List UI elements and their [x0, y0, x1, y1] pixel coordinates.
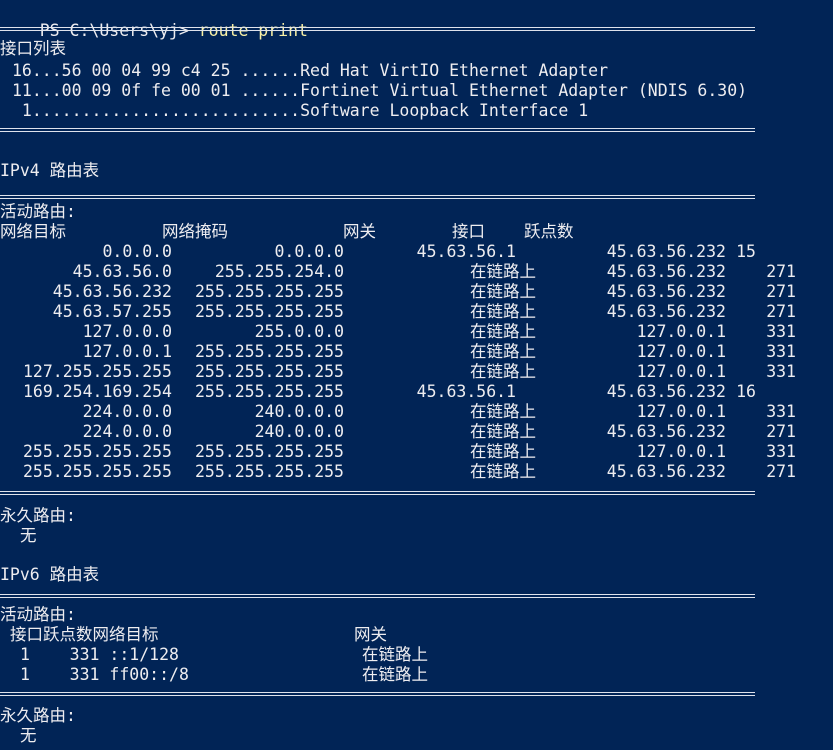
ipv4-active-routes-title: 活动路由: — [0, 202, 76, 221]
route-interface: 45.63.56.232 — [606, 302, 726, 321]
route-metric: 331 — [766, 322, 796, 341]
ipv6-header-left: 接口跃点数网络目标 — [10, 625, 159, 644]
route-interface: 45.63.56.232 — [606, 422, 726, 441]
route-netmask: 255.255.255.255 — [194, 382, 344, 401]
ipv4-persistent-title: 永久路由: — [0, 506, 76, 525]
ipv6-row-left: 1 331 ::1/128 — [20, 645, 179, 664]
route-metric: 331 — [766, 362, 796, 381]
ipv6-row-left: 1 331 ff00::/8 — [20, 665, 189, 684]
route-metric: 331 — [766, 442, 796, 461]
route-gateway: 在链路上 — [470, 342, 536, 361]
route-netmask: 255.255.254.0 — [214, 262, 344, 281]
ipv6-active-routes-title: 活动路由: — [0, 605, 76, 624]
separator — [0, 692, 755, 696]
prompt-line: PS C:\Users\yj> route print — [0, 1, 308, 40]
route-metric: 271 — [766, 422, 796, 441]
separator — [0, 27, 755, 31]
route-netmask: 255.255.255.255 — [194, 442, 344, 461]
route-gateway: 在链路上 — [470, 462, 536, 481]
separator — [0, 128, 755, 132]
separator — [0, 594, 755, 598]
ipv6-persistent-title: 永久路由: — [0, 706, 76, 725]
route-gateway: 在链路上 — [470, 302, 536, 321]
route-interface: 45.63.56.232 — [606, 242, 726, 261]
route-destination: 169.254.169.254 — [22, 382, 172, 401]
interface-list-title: 接口列表 — [0, 39, 66, 58]
route-destination: 0.0.0.0 — [102, 242, 172, 261]
route-gateway: 在链路上 — [470, 362, 536, 381]
header-netmask: 网络掩码 — [162, 222, 228, 241]
route-interface: 127.0.0.1 — [636, 362, 726, 381]
header-gateway: 网关 — [343, 222, 376, 241]
route-interface: 127.0.0.1 — [636, 342, 726, 361]
separator — [0, 491, 755, 495]
route-netmask: 255.0.0.0 — [254, 322, 344, 341]
route-netmask: 255.255.255.255 — [194, 302, 344, 321]
route-gateway: 在链路上 — [470, 282, 536, 301]
route-gateway: 在链路上 — [470, 322, 536, 341]
route-netmask: 255.255.255.255 — [194, 462, 344, 481]
route-interface: 45.63.56.232 — [606, 282, 726, 301]
ipv6-header-gateway: 网关 — [354, 625, 387, 644]
route-destination: 224.0.0.0 — [82, 402, 172, 421]
route-interface: 45.63.56.232 — [606, 262, 726, 281]
route-destination: 45.63.56.232 — [52, 282, 172, 301]
ipv6-row-gateway: 在链路上 — [362, 645, 428, 664]
route-metric: 331 — [766, 342, 796, 361]
route-netmask: 255.255.255.255 — [194, 282, 344, 301]
route-metric: 15 — [736, 242, 756, 261]
ipv6-table-title: IPv6 路由表 — [0, 565, 100, 584]
route-netmask: 0.0.0.0 — [274, 242, 344, 261]
route-interface: 127.0.0.1 — [636, 442, 726, 461]
route-metric: 331 — [766, 402, 796, 421]
header-interface: 接口 — [452, 222, 485, 241]
ipv6-row-gateway: 在链路上 — [362, 665, 428, 684]
route-destination: 127.0.0.0 — [82, 322, 172, 341]
separator — [0, 195, 755, 199]
route-destination: 255.255.255.255 — [22, 462, 172, 481]
route-destination: 127.0.0.1 — [82, 342, 172, 361]
header-destination: 网络目标 — [0, 222, 66, 241]
route-destination: 224.0.0.0 — [82, 422, 172, 441]
route-metric: 271 — [766, 282, 796, 301]
ipv4-persistent-value: 无 — [20, 526, 37, 545]
route-netmask: 255.255.255.255 — [194, 342, 344, 361]
route-gateway: 在链路上 — [470, 262, 536, 281]
route-destination: 45.63.57.255 — [52, 302, 172, 321]
interface-entry: 11...00 09 0f fe 00 01 ......Fortinet Vi… — [12, 81, 748, 100]
ipv4-table-title: IPv4 路由表 — [0, 161, 100, 180]
route-gateway: 在链路上 — [470, 442, 536, 461]
route-metric: 16 — [736, 382, 756, 401]
route-destination: 255.255.255.255 — [22, 442, 172, 461]
route-netmask: 240.0.0.0 — [254, 422, 344, 441]
powershell-terminal[interactable]: PS C:\Users\yj> route print 接口列表 16...56… — [0, 0, 833, 750]
route-metric: 271 — [766, 302, 796, 321]
ipv6-persistent-value: 无 — [20, 726, 37, 745]
route-netmask: 255.255.255.255 — [194, 362, 344, 381]
route-interface: 45.63.56.232 — [606, 382, 726, 401]
route-gateway: 在链路上 — [470, 422, 536, 441]
route-destination: 127.255.255.255 — [22, 362, 172, 381]
route-metric: 271 — [766, 262, 796, 281]
route-interface: 127.0.0.1 — [636, 402, 726, 421]
route-interface: 45.63.56.232 — [606, 462, 726, 481]
interface-entry: 16...56 00 04 99 c4 25 ......Red Hat Vir… — [12, 61, 609, 80]
route-gateway: 45.63.56.1 — [416, 382, 516, 401]
route-gateway: 在链路上 — [470, 402, 536, 421]
route-destination: 45.63.56.0 — [72, 262, 172, 281]
interface-entry: 1...........................Software Loo… — [12, 101, 589, 120]
route-interface: 127.0.0.1 — [636, 322, 726, 341]
route-netmask: 240.0.0.0 — [254, 402, 344, 421]
route-metric: 271 — [766, 462, 796, 481]
route-gateway: 45.63.56.1 — [416, 242, 516, 261]
header-metric: 跃点数 — [524, 222, 574, 241]
